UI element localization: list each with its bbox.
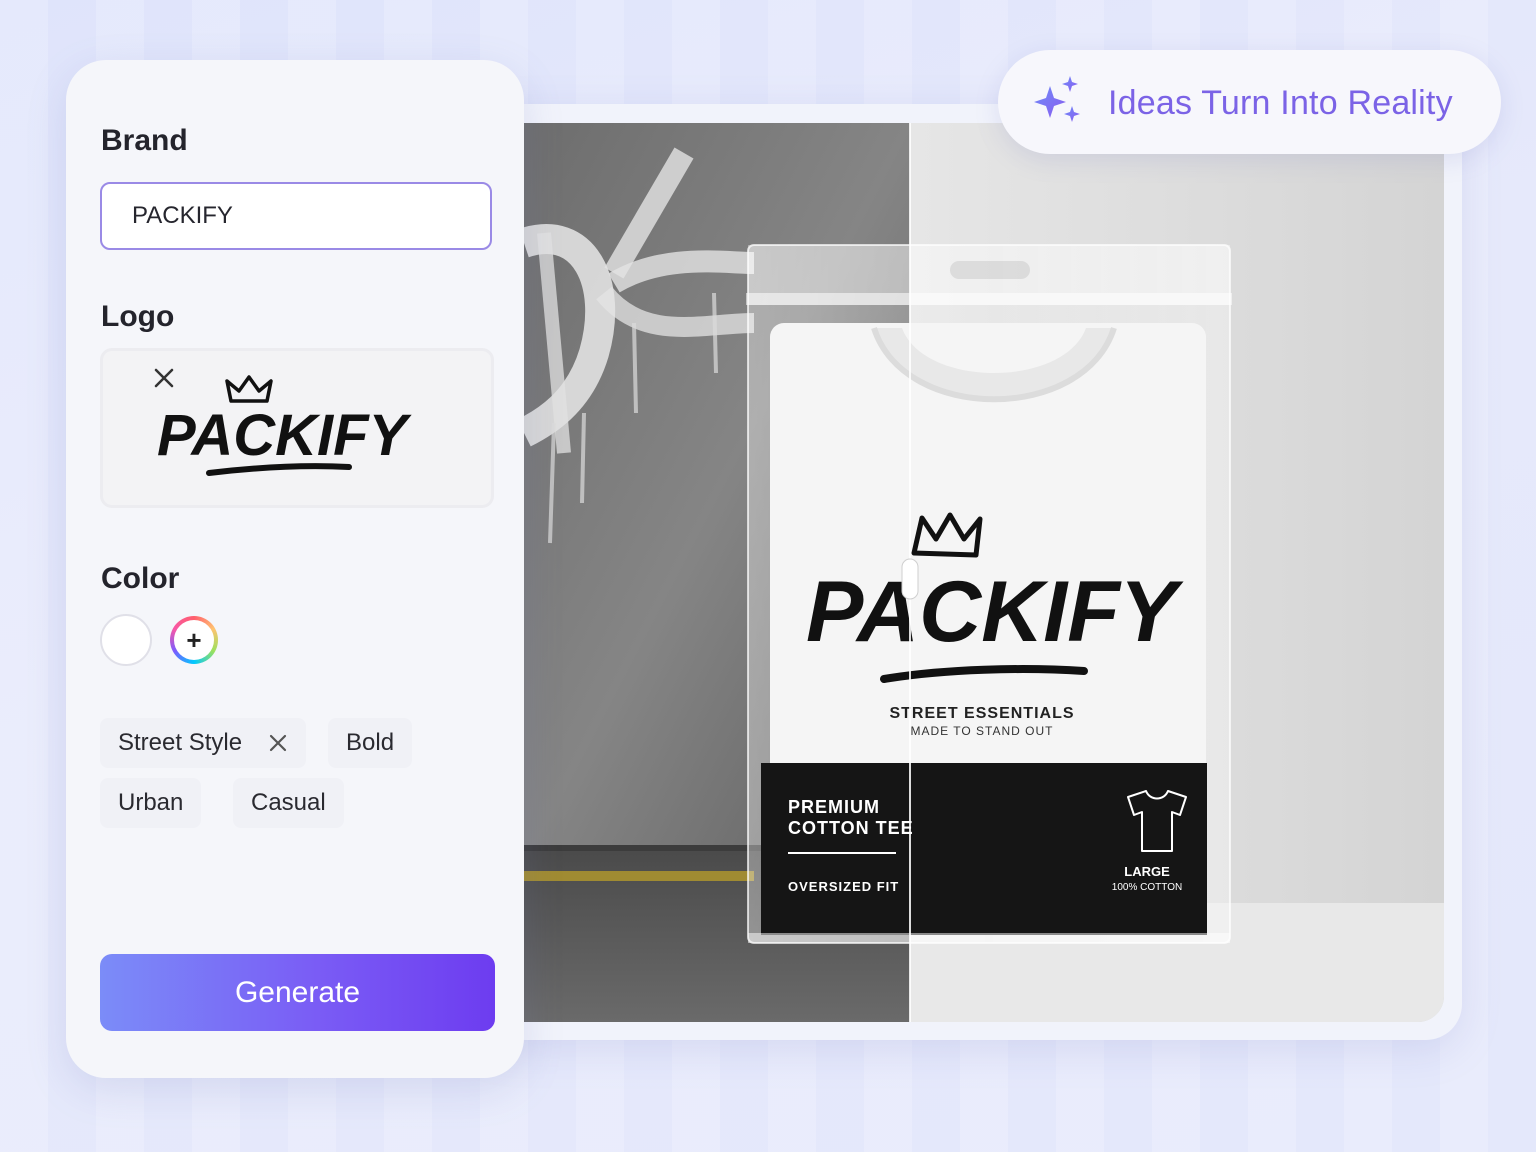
tag-label: Casual	[251, 789, 326, 816]
mockup-preview[interactable]: PACKIFY STREET ESSENTIALS MADE TO STAND …	[524, 123, 1444, 1022]
color-label: Color	[101, 562, 180, 595]
shirt-tagline: STREET ESSENTIALS	[889, 705, 1074, 722]
label-material: 100% COTTON	[1112, 882, 1182, 893]
close-icon[interactable]	[149, 363, 179, 393]
tag-street-style[interactable]: Street Style	[100, 718, 307, 768]
shirt-brand-print: PACKIFY	[806, 564, 1184, 660]
logo-label: Logo	[101, 300, 175, 333]
label-fit: OVERSIZED FIT	[788, 879, 899, 894]
logo-text: PACKIFY	[157, 403, 413, 468]
color-swatch-white[interactable]	[100, 614, 152, 666]
crown-icon	[225, 375, 273, 403]
sparkle-icon	[1034, 76, 1080, 122]
shirt-subtagline: MADE TO STAND OUT	[910, 724, 1053, 738]
tagline-text: Ideas Turn Into Reality	[1108, 84, 1453, 122]
label-size: LARGE	[1124, 864, 1170, 879]
brand-label: Brand	[101, 124, 188, 157]
close-icon[interactable]	[268, 733, 288, 753]
tag-label: Street Style	[118, 729, 243, 756]
tag-bold[interactable]: Bold	[328, 718, 413, 768]
label-line2: COTTON TEE	[788, 818, 914, 838]
compare-handle[interactable]	[901, 558, 919, 600]
tag-label: Bold	[346, 729, 395, 756]
logo-preview: PACKIFY	[157, 375, 413, 476]
brand-input[interactable]	[100, 182, 492, 250]
tag-urban[interactable]: Urban	[100, 778, 202, 828]
plus-icon: +	[174, 620, 214, 660]
add-color-button[interactable]: +	[170, 616, 218, 664]
label-line1: PREMIUM	[788, 797, 880, 817]
tag-label: Urban	[118, 789, 184, 816]
settings-panel: Brand Logo PACKIFY Color + Street Style …	[66, 60, 524, 1078]
logo-upload[interactable]: PACKIFY	[100, 348, 494, 508]
generate-button[interactable]: Generate	[100, 954, 495, 1031]
tag-casual[interactable]: Casual	[233, 778, 344, 828]
tagline-badge: Ideas Turn Into Reality	[998, 50, 1501, 154]
label-divider	[788, 852, 896, 854]
